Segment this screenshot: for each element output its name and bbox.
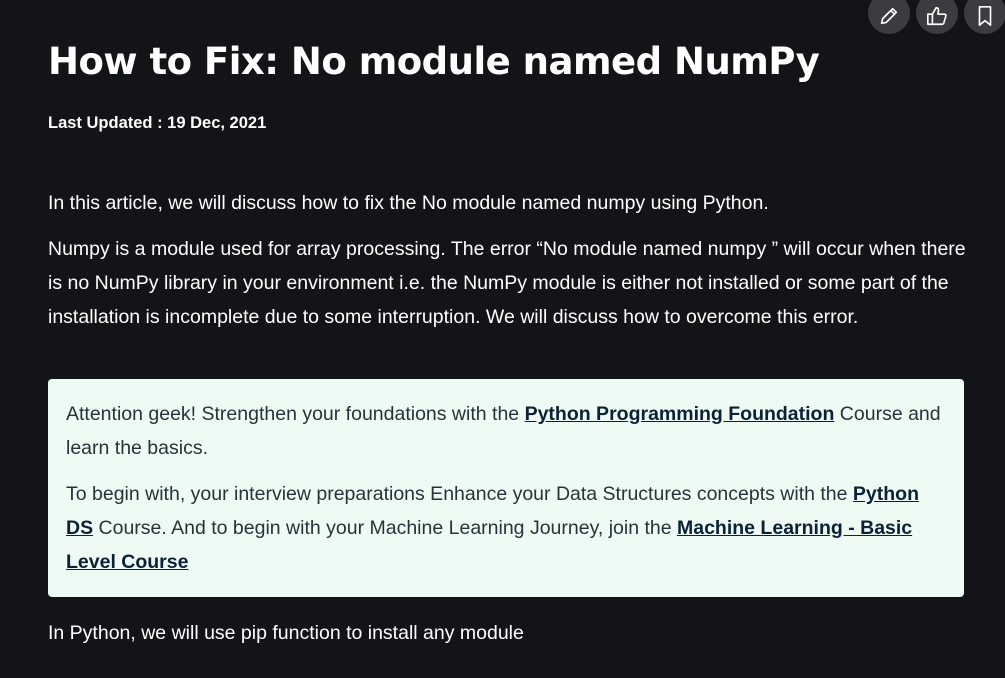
pencil-icon <box>880 7 898 25</box>
callout-paragraph-courses: To begin with, your interview preparatio… <box>66 477 946 579</box>
callout-text: Course. And to begin with your Machine L… <box>93 517 677 539</box>
article-action-bar <box>868 0 1005 34</box>
course-promo-callout: Attention geek! Strengthen your foundati… <box>48 379 964 597</box>
bookmark-icon <box>978 6 992 26</box>
intro-paragraph: In this article, we will discuss how to … <box>48 192 769 214</box>
callout-text: To begin with, your interview preparatio… <box>66 483 853 505</box>
pip-paragraph: In Python, we will use pip function to i… <box>48 622 524 644</box>
page-title: How to Fix: No module named NumPy <box>48 40 820 83</box>
like-button[interactable] <box>916 0 958 34</box>
python-foundation-course-link[interactable]: Python Programming Foundation <box>525 403 835 425</box>
description-paragraph: Numpy is a module used for array process… <box>48 238 966 328</box>
callout-text: Attention geek! Strengthen your foundati… <box>66 403 525 425</box>
last-updated-date: Last Updated : 19 Dec, 2021 <box>48 114 267 132</box>
thumbs-up-icon <box>927 6 947 26</box>
bookmark-button[interactable] <box>964 0 1005 34</box>
callout-paragraph-foundation: Attention geek! Strengthen your foundati… <box>66 397 946 465</box>
edit-button[interactable] <box>868 0 910 34</box>
